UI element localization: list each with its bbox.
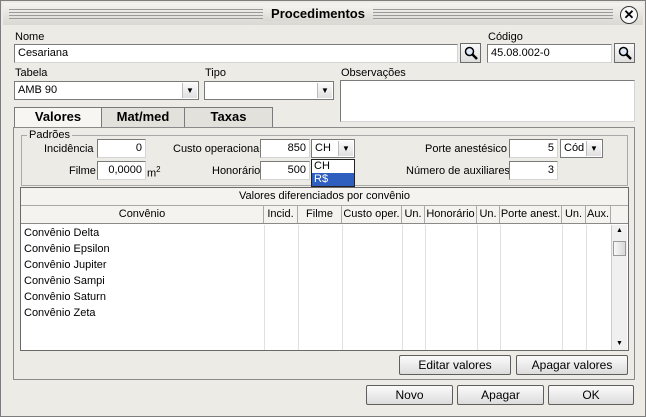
column-divider: [500, 225, 501, 350]
tab-mat-med[interactable]: Mat/med: [101, 107, 185, 127]
column-divider: [425, 225, 426, 350]
title-bar: Procedimentos ✕: [3, 3, 643, 25]
table-row[interactable]: Convênio Delta: [24, 225, 99, 241]
observacoes-label: Observações: [341, 67, 406, 79]
procedimentos-window: Procedimentos ✕ Nome Cesariana Código 45…: [0, 0, 646, 417]
codigo-field[interactable]: 45.08.002-0: [487, 44, 612, 63]
padroes-title: Padrões: [27, 129, 72, 141]
custo-operacional-unit-select[interactable]: CH ▼: [311, 139, 355, 158]
unit-dropdown-list: CH R$: [311, 159, 355, 187]
column-header-convenio[interactable]: Convênio: [21, 206, 264, 223]
tipo-label: Tipo: [205, 67, 226, 79]
editar-valores-button[interactable]: Editar valores: [399, 355, 511, 375]
table-row[interactable]: Convênio Jupiter: [24, 257, 107, 273]
column-header-honorario[interactable]: Honorário: [425, 206, 477, 223]
novo-button[interactable]: Novo: [366, 385, 453, 405]
close-icon: ✕: [623, 7, 635, 22]
apagar-button[interactable]: Apagar: [457, 385, 544, 405]
column-header-incid[interactable]: Incid.: [264, 206, 298, 223]
column-header-aux[interactable]: Aux.: [586, 206, 611, 223]
table-row[interactable]: Convênio Sampi: [24, 273, 105, 289]
porte-anestesico-unit-select[interactable]: Cód ▼: [560, 139, 603, 158]
column-divider: [342, 225, 343, 350]
table-row[interactable]: Convênio Saturn: [24, 289, 106, 305]
scroll-up-arrow-icon[interactable]: ▲: [612, 225, 627, 237]
close-button[interactable]: ✕: [620, 6, 638, 24]
table-row[interactable]: Convênio Epsilon: [24, 241, 110, 257]
table-row[interactable]: Convênio Zeta: [24, 305, 96, 321]
tab-valores[interactable]: Valores: [14, 107, 102, 128]
column-divider: [477, 225, 478, 350]
nome-label: Nome: [15, 31, 45, 43]
column-header-filme[interactable]: Filme: [298, 206, 342, 223]
column-divider: [402, 225, 403, 350]
grid-scrollbar[interactable]: ▲ ▼: [611, 225, 627, 350]
column-header-porte-anest[interactable]: Porte anest.: [500, 206, 562, 223]
honorario-field[interactable]: 500: [260, 161, 310, 180]
chevron-down-icon[interactable]: ▼: [586, 141, 601, 156]
nome-field[interactable]: Cesariana: [14, 44, 458, 63]
honorario-label: Honorário: [212, 165, 261, 177]
search-icon: [464, 46, 478, 60]
column-header-un-custo[interactable]: Un.: [402, 206, 425, 223]
chevron-down-icon[interactable]: ▼: [338, 141, 353, 156]
column-divider: [298, 225, 299, 350]
grid-header: Convênio Incid. Filme Custo oper. Un. Ho…: [21, 206, 628, 224]
column-header-un-honorario[interactable]: Un.: [477, 206, 500, 223]
incidencia-label: Incidência: [44, 143, 94, 155]
tabela-label: Tabela: [15, 67, 48, 79]
codigo-label: Código: [488, 31, 523, 43]
grid-title: Valores diferenciados por convênio: [21, 188, 628, 206]
incidencia-field[interactable]: 0: [97, 139, 146, 158]
dropdown-option-rs[interactable]: R$: [312, 173, 354, 186]
search-icon: [618, 46, 632, 60]
column-divider: [562, 225, 563, 350]
tabela-value: AMB 90: [18, 84, 58, 96]
scroll-down-arrow-icon[interactable]: ▼: [612, 338, 627, 350]
custo-operacional-unit-value: CH: [315, 142, 331, 154]
window-title: Procedimentos: [263, 6, 373, 21]
porte-anestesico-field[interactable]: 5: [509, 139, 558, 158]
porte-anestesico-label: Porte anestésico: [425, 143, 507, 155]
filme-label: Filme: [69, 165, 96, 177]
tabela-select[interactable]: AMB 90 ▼: [14, 81, 199, 100]
custo-operacional-field[interactable]: 850: [260, 139, 310, 158]
filme-field[interactable]: 0,0000: [97, 161, 146, 180]
convenio-grid: Valores diferenciados por convênio Convê…: [20, 187, 629, 351]
ok-button[interactable]: OK: [548, 385, 634, 405]
tipo-select[interactable]: ▼: [204, 81, 334, 100]
numero-auxiliares-field[interactable]: 3: [509, 161, 558, 180]
apagar-valores-button[interactable]: Apagar valores: [516, 355, 628, 375]
column-header-un-porte[interactable]: Un.: [562, 206, 586, 223]
scrollbar-thumb[interactable]: [613, 241, 626, 256]
codigo-search-button[interactable]: [614, 43, 635, 63]
column-divider: [586, 225, 587, 350]
chevron-down-icon[interactable]: ▼: [182, 83, 197, 98]
chevron-down-icon[interactable]: ▼: [317, 83, 332, 98]
porte-anestesico-unit-value: Cód: [564, 142, 585, 154]
column-divider: [264, 225, 265, 350]
filme-unit: m2: [147, 165, 161, 180]
column-header-custo-oper[interactable]: Custo oper.: [342, 206, 402, 223]
custo-operacional-label: Custo operacional: [173, 143, 262, 155]
observacoes-field[interactable]: [340, 80, 635, 122]
dropdown-option-ch[interactable]: CH: [312, 160, 354, 173]
numero-auxiliares-label: Número de auxiliares: [406, 165, 510, 177]
nome-search-button[interactable]: [460, 43, 481, 63]
tab-taxas[interactable]: Taxas: [184, 107, 273, 127]
